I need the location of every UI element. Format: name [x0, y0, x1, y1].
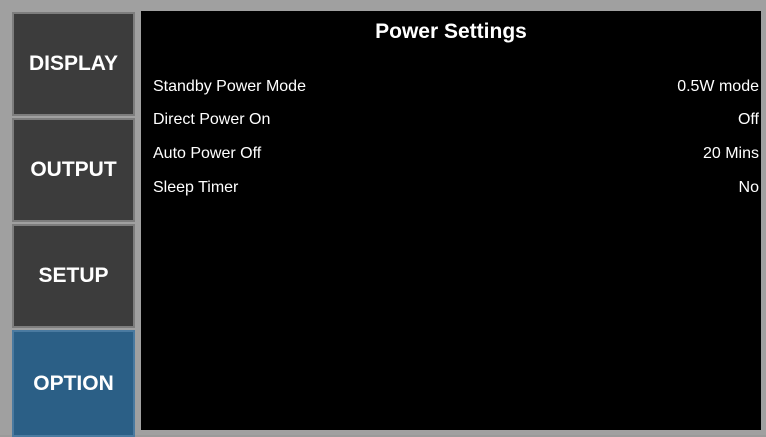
- sidebar-item-label: SETUP: [38, 264, 109, 287]
- sidebar-item-label: DISPLAY: [28, 52, 119, 75]
- setting-value: 20 Mins: [702, 144, 759, 162]
- setting-label: Auto Power Off: [153, 144, 262, 162]
- settings-window: DISPLAY OUTPUT SETUP OPTION Power Settin…: [0, 0, 766, 437]
- setting-label: Direct Power On: [153, 110, 271, 128]
- setting-value: Off: [737, 110, 759, 128]
- sidebar: DISPLAY OUTPUT SETUP OPTION: [6, 6, 137, 437]
- sidebar-item-label: OUTPUT: [30, 158, 117, 181]
- sidebar-item-output[interactable]: OUTPUT: [12, 118, 135, 222]
- sidebar-item-setup[interactable]: SETUP: [12, 224, 135, 328]
- setting-value: No: [738, 178, 759, 196]
- settings-panel: Power Settings Standby Power Mode 0.5W m…: [141, 11, 761, 430]
- setting-row-auto-power-off[interactable]: Auto Power Off 20 Mins: [153, 137, 759, 170]
- setting-label: Standby Power Mode: [153, 77, 306, 95]
- setting-row-sleep-timer[interactable]: Sleep Timer No: [153, 171, 759, 204]
- setting-value: 0.5W mode: [677, 77, 759, 95]
- sidebar-item-display[interactable]: DISPLAY: [12, 12, 135, 116]
- setting-label: Sleep Timer: [153, 178, 239, 196]
- sidebar-item-option[interactable]: OPTION: [12, 330, 135, 437]
- sidebar-item-label: OPTION: [33, 371, 114, 395]
- panel-title: Power Settings: [375, 20, 527, 43]
- setting-row-direct-power-on[interactable]: Direct Power On Off: [153, 103, 759, 136]
- setting-row-standby-power-mode[interactable]: Standby Power Mode 0.5W mode: [153, 70, 759, 103]
